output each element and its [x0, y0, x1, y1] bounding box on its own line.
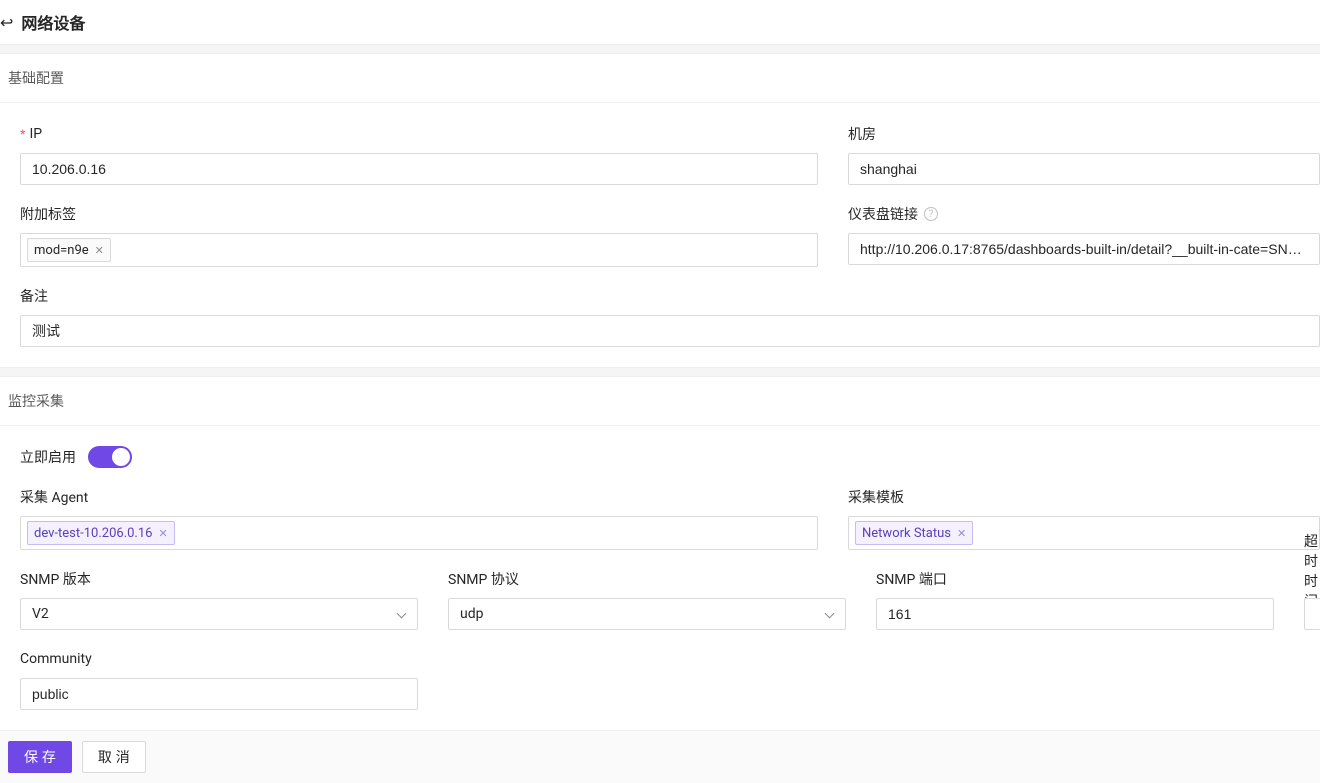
remark-input[interactable] [20, 315, 1320, 347]
section-monitor-label: 监控采集 [0, 377, 1320, 426]
close-icon[interactable]: ✕ [158, 527, 167, 540]
enable-now-switch[interactable] [88, 446, 132, 468]
tag-item: mod=n9e ✕ [27, 238, 111, 262]
save-button[interactable]: 保 存 [8, 741, 72, 773]
field-community: Community [20, 648, 418, 710]
field-snmp-version: SNMP 版本 V2 [20, 568, 418, 630]
field-extra-tags: 附加标签 mod=n9e ✕ [20, 203, 818, 267]
page-title: 网络设备 [21, 10, 85, 34]
field-template: 采集模板 Network Status ✕ [848, 486, 1320, 550]
extra-tags-input[interactable]: mod=n9e ✕ [20, 233, 818, 267]
select-value: V2 [32, 606, 49, 622]
chevron-down-icon [396, 609, 406, 619]
page-header: ↩ 网络设备 [0, 0, 1320, 44]
ip-input[interactable] [20, 153, 818, 185]
tag-item: dev-test-10.206.0.16 ✕ [27, 521, 175, 545]
dashboard-link-input[interactable] [848, 233, 1320, 265]
timeout-input[interactable] [1304, 598, 1320, 630]
enable-now-row: 立即启用 [20, 446, 1320, 468]
field-dashboard-link: 仪表盘链接 ? [848, 203, 1320, 267]
snmp-port-input[interactable] [876, 598, 1274, 630]
section-divider [0, 367, 1320, 377]
community-input[interactable] [20, 678, 418, 710]
field-snmp-protocol: SNMP 协议 udp [448, 568, 846, 630]
basic-config-form: * IP 机房 附加标签 mod=n9e ✕ [0, 103, 1320, 367]
close-icon[interactable]: ✕ [95, 244, 104, 257]
monitor-form: 立即启用 采集 Agent dev-test-10.206.0.16 ✕ 采集模… [0, 426, 1320, 730]
footer-bar: 保 存 取 消 [0, 730, 1320, 783]
field-machine-room: 机房 [848, 123, 1320, 185]
extra-tags-label: 附加标签 [20, 204, 76, 224]
cancel-button[interactable]: 取 消 [82, 741, 146, 773]
close-icon[interactable]: ✕ [957, 527, 966, 540]
field-remark: 备注 [20, 285, 1320, 347]
snmp-version-label: SNMP 版本 [20, 569, 91, 589]
tag-text: dev-test-10.206.0.16 [34, 526, 152, 541]
snmp-version-select[interactable]: V2 [20, 598, 418, 630]
back-icon[interactable]: ↩ [0, 13, 13, 32]
template-input[interactable]: Network Status ✕ [848, 516, 1320, 550]
tag-text: Network Status [862, 526, 951, 541]
field-ip: * IP [20, 123, 818, 185]
section-divider [0, 44, 1320, 54]
field-snmp-port: SNMP 端口 [876, 568, 1274, 630]
snmp-protocol-label: SNMP 协议 [448, 569, 519, 589]
help-icon[interactable]: ? [924, 207, 938, 221]
machine-room-label: 机房 [848, 124, 876, 144]
snmp-protocol-select[interactable]: udp [448, 598, 846, 630]
section-basic-label: 基础配置 [0, 54, 1320, 103]
required-mark: * [20, 126, 25, 142]
dashboard-link-label: 仪表盘链接 [848, 204, 918, 224]
field-timeout: 超时时间(s [1304, 568, 1320, 630]
enable-now-label: 立即启用 [20, 447, 76, 467]
template-label: 采集模板 [848, 487, 904, 507]
tag-item: Network Status ✕ [855, 521, 973, 545]
agent-label: 采集 Agent [20, 487, 88, 507]
ip-label: IP [29, 126, 42, 142]
machine-room-input[interactable] [848, 153, 1320, 185]
chevron-down-icon [824, 609, 834, 619]
agent-input[interactable]: dev-test-10.206.0.16 ✕ [20, 516, 818, 550]
field-agent: 采集 Agent dev-test-10.206.0.16 ✕ [20, 486, 818, 550]
select-value: udp [460, 606, 483, 622]
tag-text: mod=n9e [34, 243, 89, 258]
remark-label: 备注 [20, 286, 48, 306]
community-label: Community [20, 651, 92, 667]
snmp-port-label: SNMP 端口 [876, 569, 947, 589]
